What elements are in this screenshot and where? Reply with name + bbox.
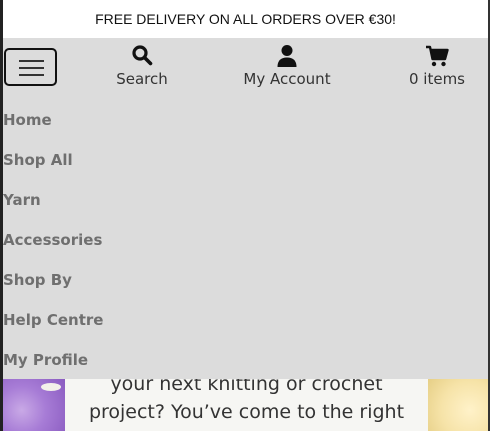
search-link[interactable]: Search xyxy=(106,44,178,88)
menu-item-shop-by[interactable]: Shop By xyxy=(3,267,103,307)
menu-item-shop-all[interactable]: Shop All xyxy=(3,147,103,187)
main-menu: Home Shop All Yarn Accessories Shop By H… xyxy=(3,107,103,387)
hero-section: your next knitting or crochet project? Y… xyxy=(3,379,488,431)
shopping-bag-link[interactable]: 0 items xyxy=(403,44,471,88)
my-account-label: My Account xyxy=(243,70,331,88)
mobile-nav-panel: Search My Account 0 items Home Shop All … xyxy=(3,38,488,379)
search-label: Search xyxy=(116,70,168,88)
menu-item-yarn[interactable]: Yarn xyxy=(3,187,103,227)
hero-text-line-2: project? You’ve come to the right xyxy=(88,401,405,423)
menu-item-accessories[interactable]: Accessories xyxy=(3,227,103,267)
search-icon xyxy=(106,44,178,70)
menu-item-help-centre[interactable]: Help Centre xyxy=(3,307,103,347)
bag-item-count: 0 items xyxy=(408,70,465,88)
menu-toggle-button[interactable] xyxy=(4,48,57,86)
cart-icon xyxy=(403,44,471,70)
hero-text-line-1: your next knitting or crochet xyxy=(110,379,383,395)
purple-yarn-image xyxy=(3,379,65,431)
my-account-link[interactable]: My Account xyxy=(235,44,339,88)
hero-text-card: your next knitting or crochet project? Y… xyxy=(65,379,428,431)
menu-item-home[interactable]: Home xyxy=(3,107,103,147)
user-icon xyxy=(235,44,339,70)
cream-yarn-image xyxy=(428,379,488,431)
promo-banner: FREE DELIVERY ON ALL ORDERS OVER €30! xyxy=(3,0,488,39)
promo-banner-text: FREE DELIVERY ON ALL ORDERS OVER €30! xyxy=(95,11,396,27)
